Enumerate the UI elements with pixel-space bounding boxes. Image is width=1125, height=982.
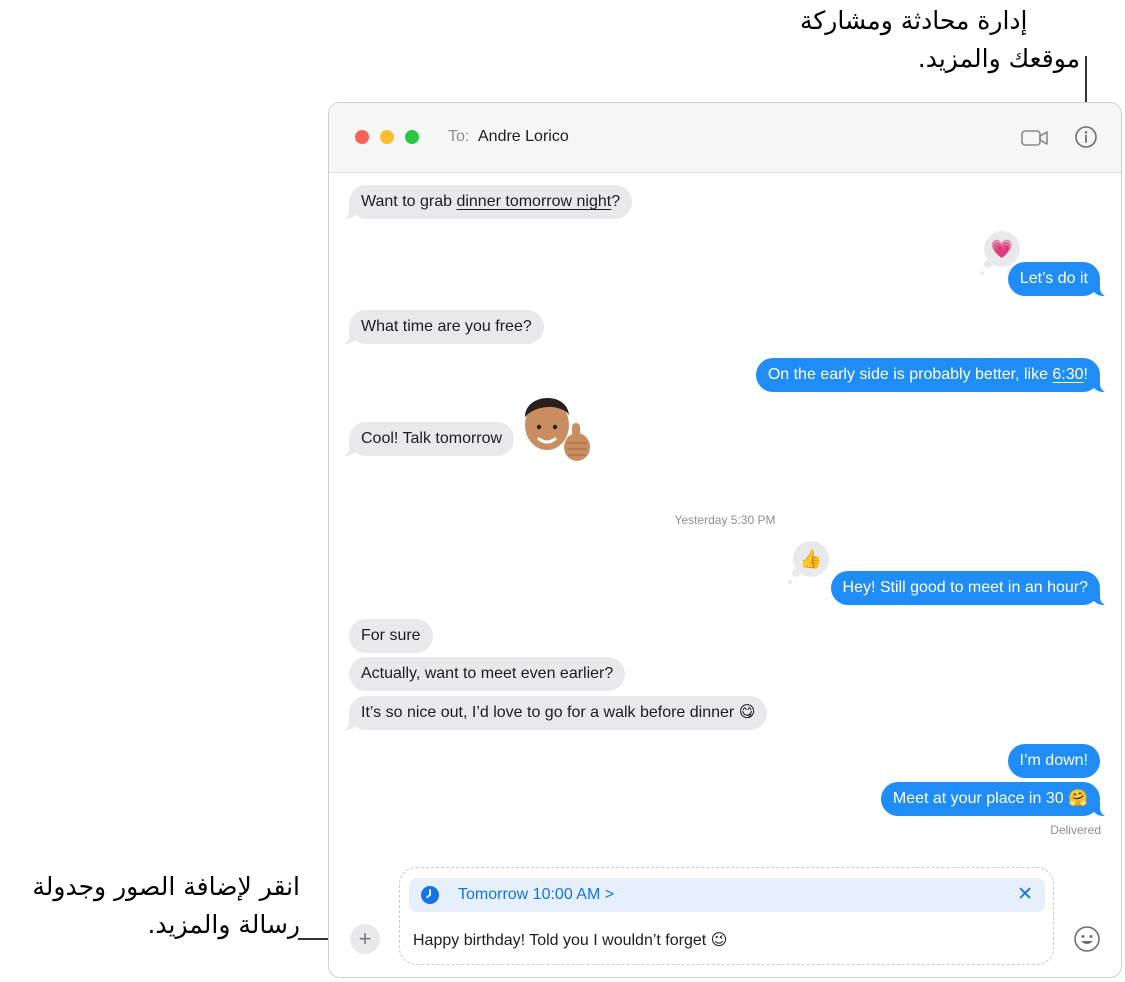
messages-window: To: Andre Lorico Want to grab dinner tom… xyxy=(328,102,1122,978)
message-text: On the early side is probably better, li… xyxy=(768,366,1088,383)
message-incoming[interactable]: For sure xyxy=(349,619,433,653)
message-composer[interactable]: Tomorrow 10:00 AM > ✕ Happy birthday! To… xyxy=(399,867,1054,965)
message-outgoing[interactable]: I’m down! xyxy=(1007,744,1100,778)
message-text-part: ? xyxy=(611,193,621,210)
message-text: I’m down! xyxy=(1019,752,1088,769)
close-window-button[interactable] xyxy=(355,130,369,144)
clock-icon xyxy=(421,886,439,909)
delivery-status: Delivered xyxy=(1050,823,1101,837)
message-text: Actually, want to meet even earlier? xyxy=(361,665,614,682)
message-text-part: ! xyxy=(1083,366,1088,383)
message-input[interactable]: Happy birthday! Told you I wouldn’t forg… xyxy=(413,930,727,950)
timestamp: Yesterday 5:30 PM xyxy=(674,513,776,527)
conversation-toolbar: To: Andre Lorico xyxy=(329,103,1121,173)
tapback-glyph: 💗 xyxy=(990,238,1014,259)
video-camera-icon[interactable] xyxy=(1021,127,1049,154)
message-text: Meet at your place in 30 🤗 xyxy=(892,790,1088,807)
message-text: Hey! Still good to meet in an hour? xyxy=(842,579,1088,596)
message-outgoing[interactable]: Meet at your place in 30 🤗 xyxy=(880,782,1111,817)
message-text: For sure xyxy=(361,627,421,644)
tapback-glyph: 👍 xyxy=(799,548,823,569)
to-label: To: xyxy=(448,128,470,145)
callout-top-line2: موقعك والمزيد. xyxy=(917,44,1080,73)
close-icon[interactable]: ✕ xyxy=(1017,883,1033,906)
message-link[interactable]: 6:30 xyxy=(1052,366,1083,383)
callout-top-line1: إدارة محادثة ومشاركة xyxy=(800,6,1028,35)
zoom-window-button[interactable] xyxy=(405,130,419,144)
message-text: Let’s do it xyxy=(1019,270,1088,287)
message-incoming[interactable]: Actually, want to meet even earlier? xyxy=(349,657,626,691)
heart-tapback-icon: 💗 xyxy=(984,231,1020,267)
callout-bottom-line2: رسالة والمزيد. xyxy=(147,910,300,939)
memoji-sticker xyxy=(517,385,597,472)
thumbs-up-tapback-icon: 👍 xyxy=(793,541,829,577)
message-text: It’s so nice out, I’d love to go for a w… xyxy=(361,704,756,721)
message-outgoing[interactable]: On the early side is probably better, li… xyxy=(755,358,1111,393)
message-incoming[interactable]: It’s so nice out, I’d love to go for a w… xyxy=(338,696,768,731)
message-text-part: Want to grab xyxy=(361,193,457,210)
add-attachment-button[interactable]: + xyxy=(350,924,380,954)
emoji-icon[interactable] xyxy=(1073,925,1101,958)
plus-icon: + xyxy=(358,926,372,951)
message-incoming[interactable]: Cool! Talk tomorrow xyxy=(338,422,515,457)
message-text: Want to grab dinner tomorrow night? xyxy=(361,193,620,210)
callout-bottom-line1: انقر لإضافة الصور وجدولة xyxy=(32,872,300,901)
tapback-dot xyxy=(980,271,984,275)
message-incoming[interactable]: What time are you free? xyxy=(339,310,544,345)
minimize-window-button[interactable] xyxy=(380,130,394,144)
scheduled-send-bar[interactable]: Tomorrow 10:00 AM > ✕ xyxy=(409,878,1045,912)
info-icon[interactable] xyxy=(1074,125,1098,154)
callout-manage-conversation: إدارة محادثة ومشاركة موقعك والمزيد. xyxy=(800,2,1085,78)
message-text-part: On the early side is probably better, li… xyxy=(767,366,1053,383)
recipient-name[interactable]: Andre Lorico xyxy=(478,128,569,146)
message-text: Cool! Talk tomorrow xyxy=(361,430,503,447)
tapback-dot xyxy=(788,580,792,584)
callout-add-photos: انقر لإضافة الصور وجدولة رسالة والمزيد. xyxy=(10,868,300,944)
message-outgoing[interactable]: Hey! Still good to meet in an hour? xyxy=(830,571,1111,606)
message-link[interactable]: dinner tomorrow night xyxy=(456,193,611,210)
message-incoming[interactable]: Want to grab dinner tomorrow night? xyxy=(338,185,633,220)
scheduled-time-label[interactable]: Tomorrow 10:00 AM > xyxy=(458,886,614,904)
message-text: What time are you free? xyxy=(361,318,532,335)
message-outgoing[interactable]: Let’s do it xyxy=(1007,262,1111,297)
